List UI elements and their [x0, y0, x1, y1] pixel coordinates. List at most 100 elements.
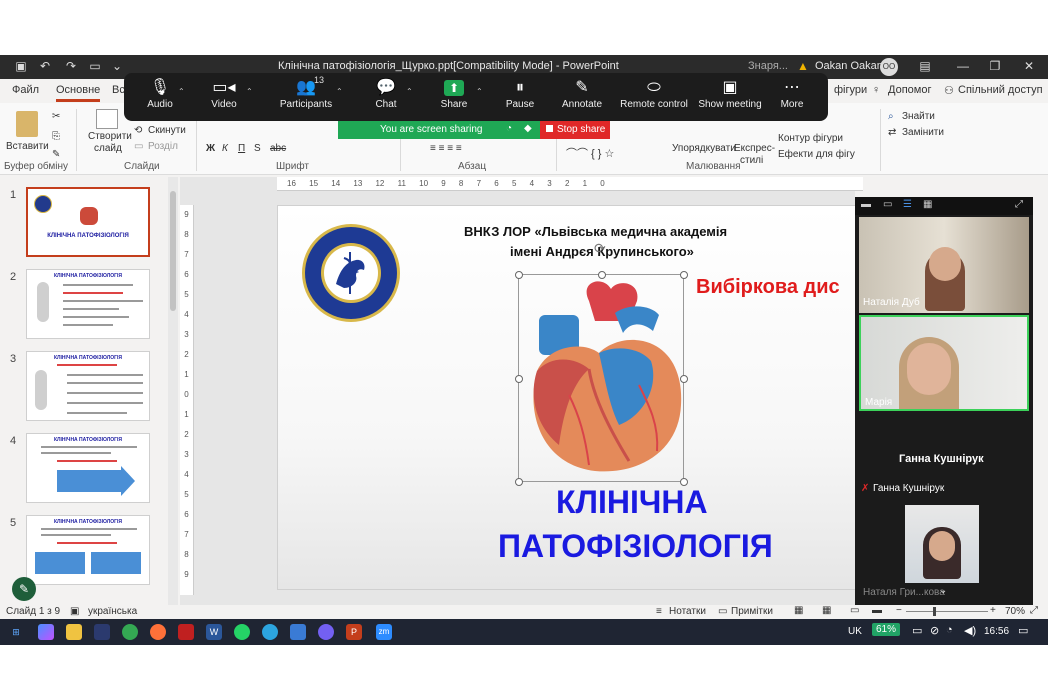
participants-button[interactable]: 👥 Participants: [266, 77, 346, 117]
reset-button[interactable]: Скинути: [148, 125, 186, 136]
slide-thumbnail-1[interactable]: КЛІНІЧНА ПАТОФІЗІОЛОГІЯ: [26, 187, 150, 257]
tab-home[interactable]: Основне: [56, 84, 101, 102]
slideshow-icon[interactable]: ▭: [88, 59, 102, 73]
ribbon-figures[interactable]: фігури: [834, 84, 867, 96]
tab-insert[interactable]: Вс: [112, 84, 125, 96]
shape-effects-button[interactable]: Ефекти для фігу: [778, 149, 855, 160]
paste-button[interactable]: Вставити: [6, 141, 49, 152]
participants-caret-icon[interactable]: ⌃: [336, 87, 343, 96]
audio-caret-icon[interactable]: ⌃: [178, 87, 185, 96]
slide-thumbnail-4[interactable]: КЛІНІЧНА ПАТОФІЗІОЛОГІЯ: [26, 433, 150, 503]
firefox-icon[interactable]: [150, 624, 166, 640]
zoom-slider-thumb[interactable]: [933, 607, 936, 616]
keyboard-language[interactable]: UK: [848, 626, 862, 637]
slideshow-view-icon[interactable]: ▬: [872, 605, 882, 616]
quick-styles-button[interactable]: Експрес-: [734, 143, 775, 154]
notification-icon[interactable]: ⊘: [930, 624, 939, 637]
share-button[interactable]: Спільний доступ: [958, 84, 1043, 96]
scroll-down-icon[interactable]: ⌄: [939, 585, 947, 596]
sorter-view-icon[interactable]: ▦: [822, 605, 831, 616]
arrange-button[interactable]: Упорядкувати: [672, 143, 736, 154]
start-icon[interactable]: ⊞: [8, 624, 24, 640]
telegram-icon[interactable]: [262, 624, 278, 640]
customize-icon[interactable]: ⌄: [110, 59, 124, 73]
gallery-view-icon[interactable]: ▦: [923, 199, 932, 210]
minimize-panel-icon[interactable]: ▬: [861, 199, 871, 210]
remote-control-button[interactable]: ⬭ Remote control: [614, 77, 694, 117]
resize-handle[interactable]: [515, 271, 523, 279]
speaker-view-icon[interactable]: ☰: [903, 199, 912, 210]
avatar[interactable]: OO: [880, 58, 898, 76]
shapes-gallery[interactable]: ⌒⌒ { } ☆: [566, 145, 614, 161]
annotate-button[interactable]: ✎ Annotate: [546, 77, 618, 117]
file-explorer-icon[interactable]: [66, 624, 82, 640]
minimize-icon[interactable]: —: [956, 59, 970, 73]
rotate-handle-icon[interactable]: ⟳: [594, 240, 606, 257]
battery-indicator[interactable]: 61%: [872, 623, 901, 636]
video-tile-1[interactable]: Наталія Дуб: [859, 217, 1029, 313]
paste-icon[interactable]: [16, 111, 38, 137]
zoom-out-icon[interactable]: −: [896, 605, 902, 616]
underline-button[interactable]: П: [238, 143, 245, 154]
normal-view-icon[interactable]: ▦: [794, 605, 803, 616]
expand-icon[interactable]: ⤢: [1015, 199, 1023, 210]
slide-thumbnail-2[interactable]: КЛІНІЧНА ПАТОФІЗІОЛОГІЯ: [26, 269, 150, 339]
zoom-slider[interactable]: [906, 607, 988, 616]
ribbon-display-icon[interactable]: ▤: [918, 59, 932, 73]
annotate-pen-icon[interactable]: ✎: [12, 577, 36, 601]
chat-caret-icon[interactable]: ⌃: [406, 87, 413, 96]
undo-icon[interactable]: ↶: [38, 59, 52, 73]
audio-button[interactable]: 🎙 Audio: [124, 77, 196, 117]
resize-handle[interactable]: [680, 271, 688, 279]
find-button[interactable]: Знайти: [902, 111, 935, 122]
shape-outline-button[interactable]: Контур фігури: [778, 133, 843, 144]
sharing-info-icon[interactable]: ◔: [506, 123, 512, 134]
search-hint[interactable]: Знаря...: [748, 60, 788, 72]
italic-button[interactable]: К: [222, 143, 228, 154]
tab-file[interactable]: Файл: [12, 84, 39, 96]
clock[interactable]: 16:56: [984, 626, 1009, 637]
bold-button[interactable]: Ж: [206, 143, 215, 154]
word-icon[interactable]: W: [206, 624, 222, 640]
replace-button[interactable]: Замінити: [902, 127, 944, 138]
resize-handle[interactable]: [515, 375, 523, 383]
format-painter-icon[interactable]: ✎: [52, 149, 60, 160]
video-button[interactable]: ▭◂ Video: [188, 77, 260, 117]
copilot-icon[interactable]: [38, 624, 54, 640]
align-icons[interactable]: ≡ ≡ ≡ ≡: [430, 143, 462, 154]
copy-icon[interactable]: ⎘: [52, 131, 60, 142]
stop-share-button[interactable]: Stop share: [540, 121, 610, 139]
language-indicator[interactable]: українська: [88, 606, 137, 617]
powerpoint-icon[interactable]: P: [346, 624, 362, 640]
notes-button[interactable]: Нотатки: [669, 606, 706, 617]
video-tile-3[interactable]: Ганна Кушнірук ✗ Ганна Кушнірук: [859, 413, 1029, 497]
slide-thumbnail-3[interactable]: КЛІНІЧНА ПАТОФІЗІОЛОГІЯ: [26, 351, 150, 421]
chrome-icon[interactable]: [122, 624, 138, 640]
resize-handle[interactable]: [515, 478, 523, 486]
thumbnail-scrollbar[interactable]: [168, 177, 178, 605]
section-button[interactable]: Розділ: [148, 141, 178, 152]
chat-button[interactable]: 💬 Chat: [350, 77, 422, 117]
save-icon[interactable]: ▣: [14, 59, 28, 73]
strip-view-icon[interactable]: ▭: [883, 199, 892, 210]
cut-icon[interactable]: ✂: [52, 111, 60, 122]
video-tile-2[interactable]: Марія: [859, 315, 1029, 411]
app-window-icon[interactable]: [290, 624, 306, 640]
zoom-in-icon[interactable]: +: [990, 605, 996, 616]
close-icon[interactable]: ✕: [1022, 59, 1036, 73]
strike-button[interactable]: S: [254, 143, 261, 154]
scrollbar-thumb[interactable]: [170, 191, 176, 311]
zoom-level[interactable]: 70%: [1005, 606, 1025, 617]
share-screen-button[interactable]: ⬆ Share: [418, 77, 490, 117]
share-caret-icon[interactable]: ⌃: [476, 87, 483, 96]
video-tile-4[interactable]: [905, 505, 979, 583]
more-button[interactable]: ⋯ More: [756, 77, 828, 117]
slide-thumbnail-5[interactable]: КЛІНІЧНА ПАТОФІЗІОЛОГІЯ: [26, 515, 150, 585]
network-icon[interactable]: ◔: [946, 624, 953, 636]
notification-center-icon[interactable]: ▭: [1018, 624, 1028, 637]
volume-icon[interactable]: ◀): [964, 624, 976, 637]
help-tab[interactable]: Допомог: [888, 84, 931, 96]
heart-image[interactable]: [515, 271, 688, 486]
fit-slide-icon[interactable]: ⤢: [1030, 605, 1038, 616]
resize-handle[interactable]: [680, 375, 688, 383]
